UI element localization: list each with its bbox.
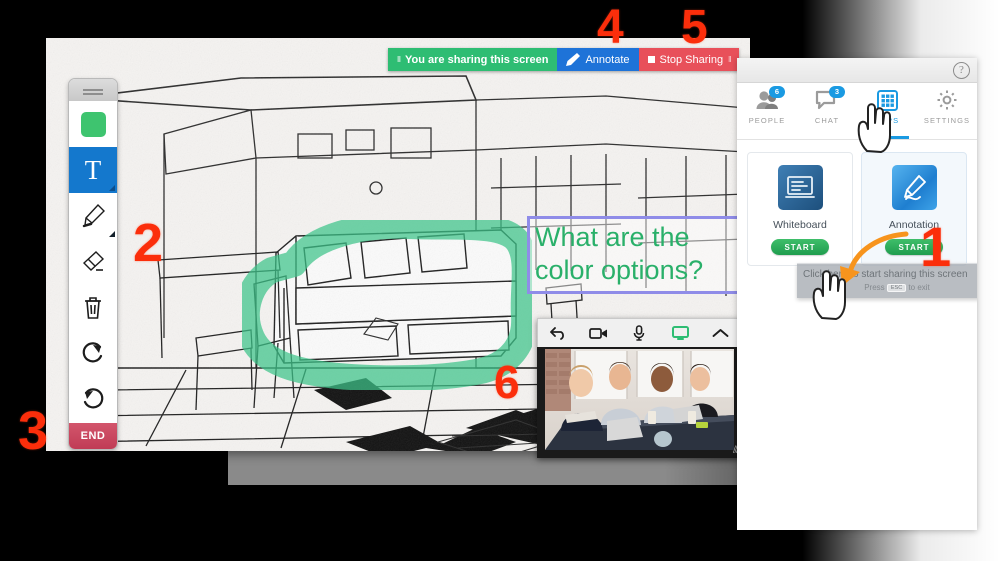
screenshot-stage: ‖ You are sharing this screen Annotate S… bbox=[0, 0, 1000, 561]
tab-people[interactable]: 6 PEOPLE bbox=[737, 83, 797, 139]
highlighter-tool-button[interactable] bbox=[69, 193, 117, 239]
callout-3: 3 bbox=[18, 401, 49, 461]
panel-titlebar: ? bbox=[737, 58, 977, 83]
tab-chat-label: CHAT bbox=[814, 116, 840, 125]
annotation-pen-icon bbox=[891, 165, 937, 210]
back-icon[interactable] bbox=[547, 324, 569, 342]
redo-arrow-icon bbox=[82, 342, 103, 363]
chat-icon: 3 bbox=[815, 86, 845, 111]
undo-arrow-icon bbox=[83, 388, 104, 409]
grip-icon-right: ‖ bbox=[728, 55, 731, 64]
grip-icon: ‖ bbox=[397, 55, 401, 64]
annotate-label: Annotate bbox=[585, 53, 630, 66]
undo-tool-button[interactable] bbox=[69, 377, 117, 423]
meeting-room-photo bbox=[545, 349, 734, 450]
tab-settings-label: SETTINGS bbox=[923, 116, 971, 125]
stop-sharing-label: Stop Sharing bbox=[659, 53, 724, 66]
screen-share-icon[interactable] bbox=[669, 324, 691, 342]
tool-options-corner-icon[interactable] bbox=[109, 185, 115, 191]
trash-icon bbox=[85, 297, 101, 319]
eraser-icon bbox=[82, 251, 105, 271]
eraser-tool-button[interactable] bbox=[69, 239, 117, 285]
redo-tool-button[interactable] bbox=[69, 331, 117, 377]
sharing-status-label: You are sharing this screen bbox=[404, 53, 549, 66]
callout-4: 4 bbox=[597, 1, 624, 54]
tooltip-suffix: to exit bbox=[908, 283, 930, 292]
text-tool-button[interactable]: T bbox=[69, 147, 117, 193]
microphone-icon[interactable] bbox=[628, 324, 650, 342]
toolbar-drag-handle[interactable] bbox=[69, 79, 117, 101]
tab-settings[interactable]: SETTINGS bbox=[917, 83, 977, 139]
end-annotation-button[interactable]: END bbox=[69, 423, 117, 449]
hand-cursor-tooltip bbox=[812, 270, 846, 320]
callout-5: 5 bbox=[681, 1, 708, 54]
whiteboard-icon bbox=[777, 165, 823, 210]
people-icon: 6 bbox=[755, 86, 785, 111]
annotation-text-line-1: What are the bbox=[535, 222, 690, 252]
tab-chat[interactable]: 3 CHAT bbox=[797, 83, 857, 139]
annotation-toolbar[interactable]: T END bbox=[68, 78, 118, 450]
stop-square-icon bbox=[647, 56, 655, 63]
whiteboard-title: Whiteboard bbox=[773, 219, 827, 231]
end-label: END bbox=[80, 430, 106, 442]
collapse-chevron-icon[interactable] bbox=[710, 324, 732, 342]
highlighter-pen-icon bbox=[82, 203, 105, 228]
video-conference-widget[interactable]: ⫻ bbox=[537, 318, 742, 458]
chat-badge: 3 bbox=[829, 86, 845, 98]
trash-tool-button[interactable] bbox=[69, 285, 117, 331]
callout-6: 6 bbox=[494, 356, 520, 408]
pen-icon bbox=[566, 53, 581, 66]
color-swatch-button[interactable] bbox=[69, 101, 117, 147]
callout-1: 1 bbox=[920, 215, 952, 278]
text-tool-label: T bbox=[84, 154, 102, 185]
green-highlight-stroke bbox=[242, 220, 532, 390]
annotation-text-line-2: color options? bbox=[535, 255, 704, 285]
hand-cursor-apps-tab bbox=[857, 103, 891, 153]
people-badge: 6 bbox=[769, 86, 785, 98]
highlighter-options-corner-icon[interactable] bbox=[109, 231, 115, 237]
callout-2: 2 bbox=[133, 213, 164, 273]
color-swatch-green bbox=[80, 111, 106, 137]
video-control-bar[interactable] bbox=[537, 318, 742, 347]
sharing-status-segment: ‖ You are sharing this screen bbox=[388, 48, 558, 71]
gear-icon bbox=[936, 89, 958, 111]
tab-people-label: PEOPLE bbox=[748, 116, 786, 125]
text-annotation-box[interactable]: What are the color options? bbox=[527, 216, 757, 294]
help-icon[interactable]: ? bbox=[953, 62, 970, 79]
video-feed-image bbox=[545, 349, 734, 450]
camera-icon[interactable] bbox=[588, 324, 610, 342]
